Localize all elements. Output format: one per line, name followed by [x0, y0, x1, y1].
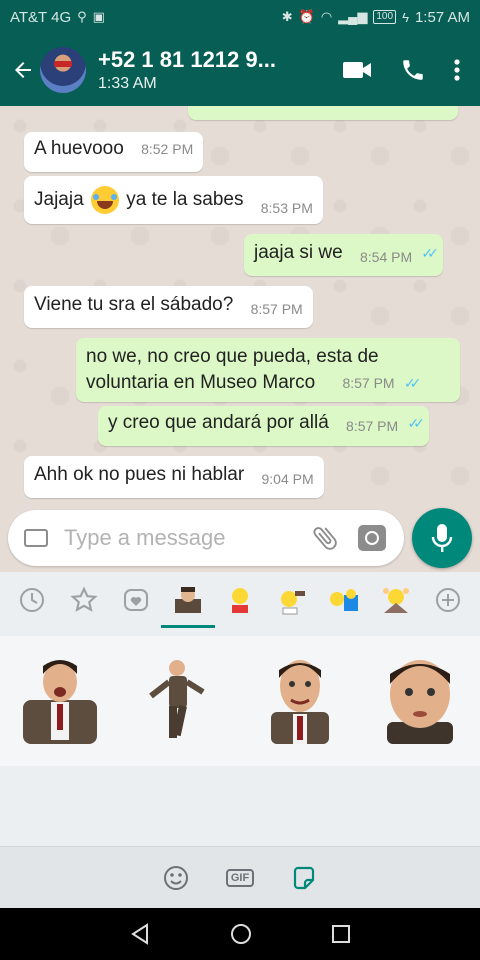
- sticker-item[interactable]: [137, 656, 223, 746]
- sticker-item[interactable]: [257, 656, 343, 746]
- add-sticker-pack-button[interactable]: [428, 580, 468, 620]
- joy-emoji-icon: [90, 186, 119, 214]
- mr-bean-pack-icon: [175, 587, 201, 613]
- simpsons-pack-icon: [330, 589, 358, 611]
- read-receipt-icon: ✓✓: [407, 415, 425, 431]
- usb-icon: ⚲: [77, 9, 87, 24]
- sticker-icon: [293, 866, 315, 889]
- plus-icon: [436, 588, 460, 612]
- favorite-stickers-tab[interactable]: [64, 580, 104, 620]
- star-icon: [70, 586, 98, 612]
- simpsons-pack-icon: [281, 591, 305, 615]
- smiley-icon: [164, 865, 188, 890]
- home-circle-icon[interactable]: [229, 922, 253, 946]
- contact-avatar[interactable]: [40, 47, 86, 93]
- message-text: Ahh ok no pues ni hablar: [34, 464, 245, 485]
- message-text: A huevooo: [34, 138, 124, 159]
- battery-icon: 100: [373, 10, 397, 24]
- bluetooth-icon: ✱: [281, 9, 293, 24]
- notification-icon: ▣: [92, 9, 105, 24]
- message-bubble-incoming[interactable]: Viene tu sra el sábado? 8:57 PM: [24, 286, 313, 328]
- message-text: ya te la sabes: [126, 189, 244, 211]
- back-arrow-icon: [15, 62, 31, 78]
- gif-label: GIF: [225, 868, 255, 887]
- message-text: Viene tu sra el sábado?: [34, 294, 234, 315]
- emoji-tab[interactable]: [161, 863, 191, 893]
- sticker-item[interactable]: [17, 656, 103, 746]
- message-bubble-outgoing[interactable]: jaaja si we 8:54 PM ✓✓: [244, 234, 443, 276]
- sticker-pack-tab-4[interactable]: [324, 580, 364, 620]
- voice-record-button[interactable]: [412, 508, 472, 568]
- mic-icon: [431, 524, 453, 552]
- sticker-pack-tab-2[interactable]: [220, 580, 260, 620]
- message-bubble-incoming[interactable]: Ahh ok no pues ni hablar 9:04 PM: [24, 456, 324, 498]
- simpsons-pack-icon: [232, 588, 248, 613]
- message-text: no we, no creo que pueda, esta de: [86, 346, 379, 367]
- camera-icon[interactable]: [358, 525, 386, 551]
- signal-icon: ▂▄▆: [338, 9, 368, 24]
- message-bubble-outgoing[interactable]: no we, no creo que pueda, esta de volunt…: [76, 338, 460, 402]
- message-text: jaaja si we: [254, 242, 343, 263]
- sticker-panel: GIF: [0, 572, 480, 908]
- sticker-item[interactable]: [377, 656, 463, 746]
- heart-icon: [124, 589, 148, 611]
- message-bubble-incoming[interactable]: A huevooo 8:52 PM: [24, 132, 204, 172]
- status-bar: AT&T 4G ⚲ ▣ ✱ ⏰ ◠ ▂▄▆ 100 ϟ 1:57 AM: [0, 0, 480, 34]
- video-call-icon[interactable]: [342, 59, 372, 81]
- mr-bean-sticker-image: [387, 660, 453, 744]
- alarm-icon: ⏰: [298, 9, 315, 24]
- message-input[interactable]: Type a message: [8, 510, 404, 566]
- message-time: 8:57 PM: [342, 375, 395, 391]
- message-time: 8:57 PM: [346, 418, 399, 434]
- message-text: Jajaja: [34, 189, 84, 211]
- sticker-tabs: [0, 572, 480, 628]
- message-time: 8:53 PM: [260, 200, 313, 217]
- message-time: 9:04 PM: [261, 471, 314, 487]
- message-list[interactable]: A huevooo 8:52 PM Jajaja ya te la sabes …: [0, 106, 480, 508]
- read-receipt-icon: ✓✓: [421, 245, 439, 261]
- attach-icon[interactable]: [310, 523, 340, 553]
- back-triangle-icon[interactable]: [128, 922, 152, 946]
- recents-square-icon[interactable]: [330, 923, 352, 945]
- message-time: 8:52 PM: [141, 141, 194, 157]
- gif-tab[interactable]: GIF: [225, 863, 255, 893]
- mr-bean-sticker-image: [271, 660, 329, 744]
- love-stickers-tab[interactable]: [116, 580, 156, 620]
- charging-icon: ϟ: [402, 9, 409, 25]
- chat-header: +52 1 81 1212 9... 1:33 AM: [0, 34, 480, 106]
- recent-stickers-tab[interactable]: [12, 580, 52, 620]
- voice-call-icon[interactable]: [400, 57, 426, 83]
- message-text: voluntaria en Museo Marco: [86, 372, 316, 393]
- contact-name: +52 1 81 1212 9...: [98, 47, 276, 72]
- mr-bean-sticker-image: [23, 660, 97, 744]
- simpsons-pack-icon: [383, 588, 409, 613]
- message-bubble-outgoing[interactable]: y creo que andará por allá 8:57 PM ✓✓: [98, 406, 429, 446]
- keyboard-icon[interactable]: [24, 529, 48, 547]
- sticker-pack-tab-3[interactable]: [272, 580, 312, 620]
- clock: 1:57 AM: [414, 8, 470, 26]
- message-placeholder: Type a message: [64, 525, 226, 550]
- carrier-label: AT&T 4G: [10, 8, 72, 26]
- wifi-icon: ◠: [320, 9, 333, 24]
- sticker-grid: [0, 636, 480, 766]
- message-time: 8:57 PM: [250, 301, 303, 317]
- message-text: y creo que andará por allá: [108, 412, 329, 433]
- keyboard-mode-bar: GIF: [0, 846, 480, 908]
- message-bubble-incoming[interactable]: Jajaja ya te la sabes 8:53 PM: [24, 176, 323, 224]
- sticker-pack-tab-1[interactable]: [161, 580, 215, 628]
- mr-bean-sticker-image: [149, 660, 205, 738]
- clock-icon: [20, 588, 44, 612]
- back-button[interactable]: [0, 34, 40, 106]
- last-seen: 1:33 AM: [98, 75, 157, 92]
- system-nav-bar: [0, 908, 480, 960]
- contact-info[interactable]: +52 1 81 1212 9... 1:33 AM: [98, 47, 342, 93]
- composer: Type a message: [0, 508, 480, 572]
- more-options-icon[interactable]: [454, 58, 460, 82]
- read-receipt-icon: ✓✓: [403, 375, 422, 391]
- sticker-pack-tab-5[interactable]: [376, 580, 416, 620]
- message-time: 8:54 PM: [360, 249, 413, 265]
- sticker-tab[interactable]: [289, 863, 319, 893]
- message-bubble-partial: [188, 106, 458, 120]
